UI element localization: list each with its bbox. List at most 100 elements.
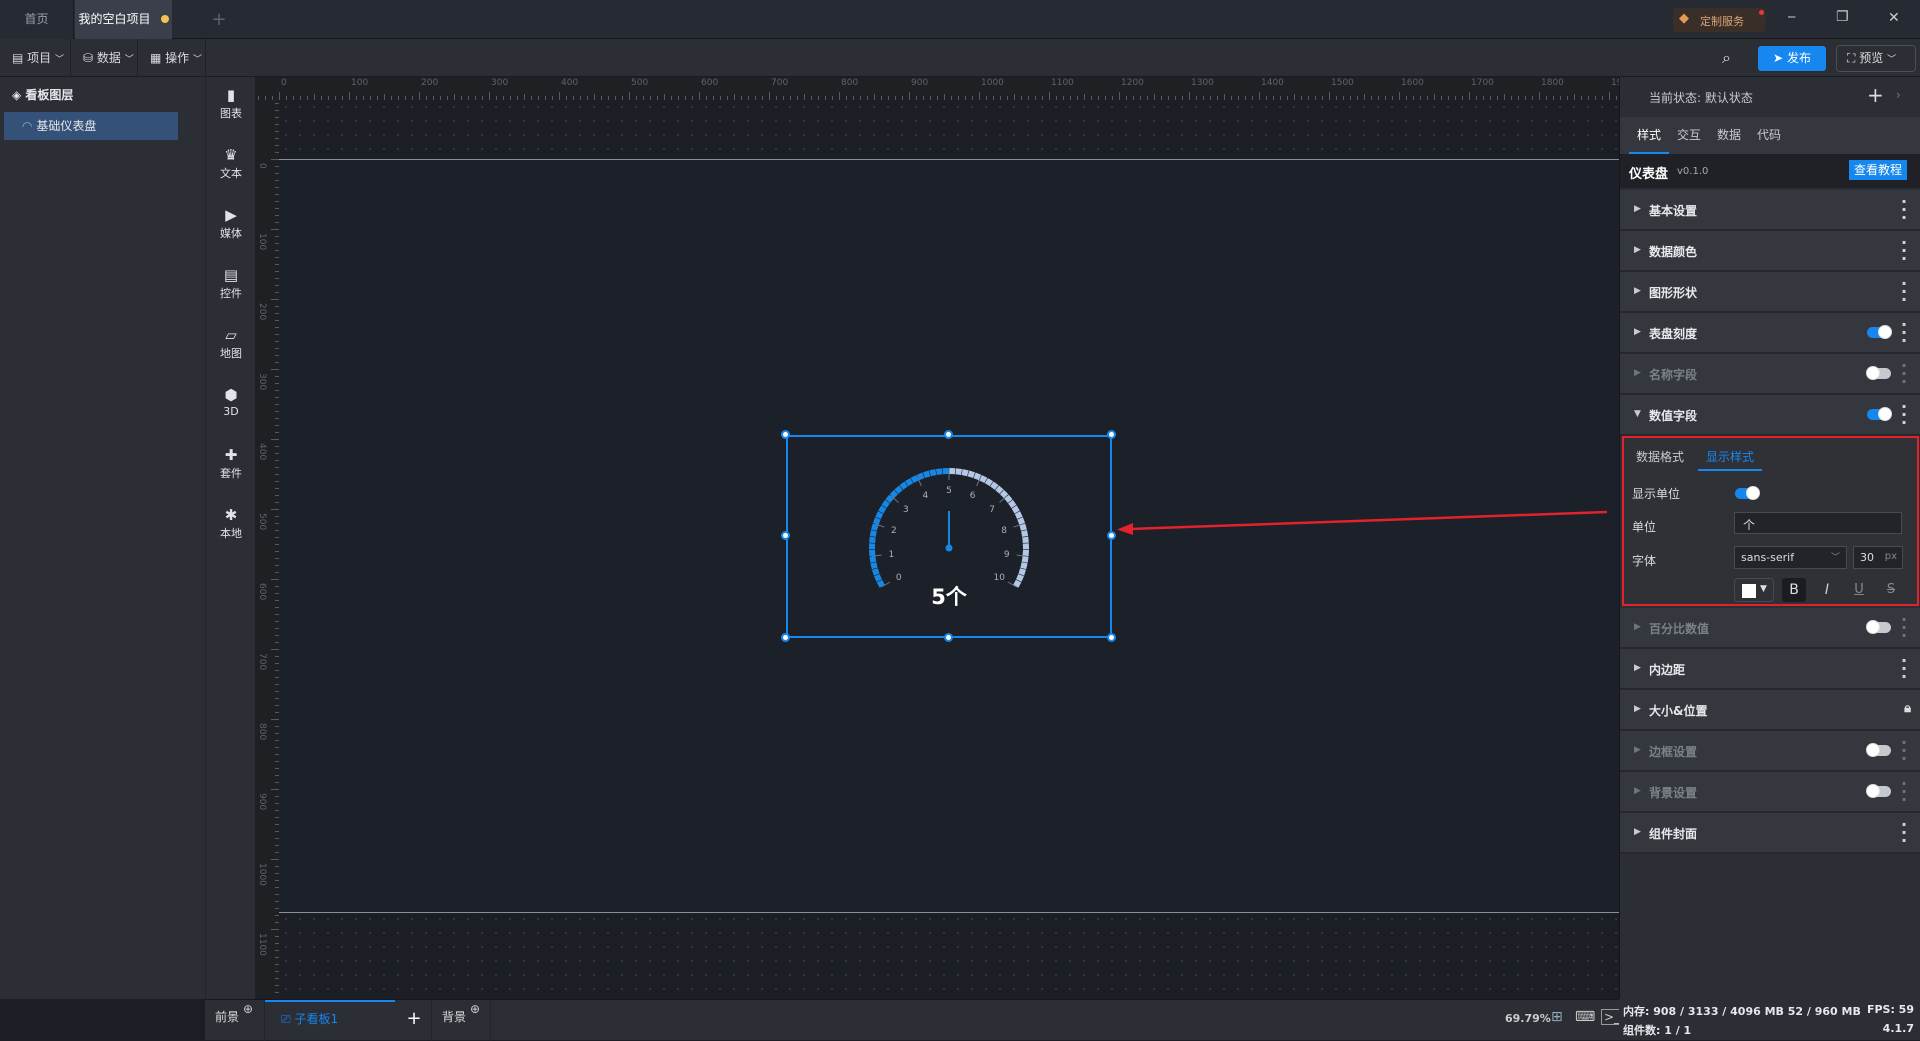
section-toggle[interactable] — [1867, 622, 1891, 633]
new-tab-button[interactable]: + — [208, 0, 230, 39]
section-2[interactable]: ▶图形形状··· — [1620, 272, 1920, 313]
more-options-icon[interactable]: ··· — [1901, 403, 1907, 427]
unit-input[interactable]: 个 — [1734, 512, 1902, 534]
value-field-panel: 数据格式 显示样式 显示单位 单位 个 字体 sans-serif﹀ 30px … — [1622, 436, 1919, 606]
more-options-icon[interactable]: ··· — [1901, 239, 1907, 263]
show-unit-toggle[interactable] — [1735, 488, 1759, 499]
custom-service-button[interactable]: ◆ 定制服务 — [1673, 8, 1765, 32]
section-toggle[interactable] — [1867, 786, 1891, 797]
text-color-picker[interactable]: ▼ — [1734, 578, 1774, 602]
component-category-1[interactable]: ♛文本 — [206, 145, 256, 181]
section-5[interactable]: ▶组件封面··· — [1620, 813, 1920, 854]
font-family-select[interactable]: sans-serif﹀ — [1734, 546, 1847, 569]
add-circle-icon[interactable]: ⊕ — [243, 992, 253, 1026]
tab-project[interactable]: 我的空白项目 — [75, 0, 172, 39]
control-icon: ▤ — [206, 265, 256, 285]
more-options-icon[interactable]: ··· — [1901, 821, 1907, 845]
tab-1[interactable]: 交互 — [1669, 117, 1709, 154]
more-options-icon[interactable]: ··· — [1901, 280, 1907, 304]
subtab-data-format[interactable]: 数据格式 — [1636, 448, 1684, 465]
ruler-label: 700 — [771, 78, 788, 88]
section-0[interactable]: ▶百分比数值··· — [1620, 608, 1920, 649]
component-category-4[interactable]: ▱地图 — [206, 325, 256, 361]
resize-handle-se[interactable] — [1107, 633, 1116, 642]
caret-right-icon: ▶ — [1634, 286, 1641, 296]
more-options-icon[interactable]: ··· — [1901, 362, 1907, 386]
resize-handle-s[interactable] — [944, 633, 953, 642]
section-4[interactable]: ▶背景设置··· — [1620, 772, 1920, 813]
minimize-button[interactable]: ─ — [1788, 10, 1795, 24]
more-options-icon[interactable]: ··· — [1901, 321, 1907, 345]
sub-board-tab[interactable]: ⎚ 子看板1 — [265, 1000, 395, 1041]
ruler-tick — [419, 92, 420, 100]
tab-2[interactable]: 数据 — [1709, 117, 1749, 154]
tutorial-button[interactable]: 查看教程 — [1849, 160, 1907, 180]
keyboard-icon[interactable]: ⌨ — [1575, 1009, 1595, 1025]
background-tab[interactable]: 背景⊕ — [431, 1000, 491, 1041]
foreground-tab[interactable]: 前景⊕ — [205, 1000, 265, 1041]
section-1[interactable]: ▶内边距··· — [1620, 649, 1920, 690]
add-board-button[interactable]: + — [399, 1002, 429, 1036]
section-2[interactable]: ▶大小&位置🔒︎ — [1620, 690, 1920, 731]
component-category-6[interactable]: ✚套件 — [206, 445, 256, 481]
section-3[interactable]: ▶表盘刻度··· — [1620, 313, 1920, 354]
underline-button[interactable]: U — [1847, 578, 1871, 602]
restore-button[interactable]: ❐ — [1836, 9, 1849, 25]
resize-handle-n[interactable] — [944, 430, 953, 439]
menu-data-label: 数据 — [97, 51, 121, 65]
resize-handle-nw[interactable] — [781, 430, 790, 439]
lock-icon[interactable]: 🔒︎ — [1904, 701, 1911, 716]
selected-gauge-component[interactable]: 012345678910 5个 — [786, 435, 1112, 638]
ruler-tick — [271, 719, 279, 720]
close-button[interactable]: ✕ — [1888, 10, 1900, 26]
component-category-0[interactable]: ▮图表 — [206, 85, 256, 121]
menu-data[interactable]: ⛁ 数据 ﹀ — [71, 39, 138, 77]
strikethrough-button[interactable]: S — [1879, 578, 1903, 602]
section-1[interactable]: ▶数据颜色··· — [1620, 231, 1920, 272]
section-toggle[interactable] — [1867, 327, 1891, 338]
more-options-icon[interactable]: ··· — [1901, 780, 1907, 804]
section-5[interactable]: ▼数值字段··· — [1620, 395, 1920, 436]
italic-button[interactable]: I — [1815, 578, 1839, 602]
fullscreen-icon: ⛶ — [1847, 51, 1855, 65]
resize-handle-ne[interactable] — [1107, 430, 1116, 439]
layer-item[interactable]: ◠ 基础仪表盘 — [4, 112, 178, 140]
component-category-3[interactable]: ▤控件 — [206, 265, 256, 301]
ruler-label: 0 — [281, 78, 287, 88]
component-category-7[interactable]: ✱本地 — [206, 505, 256, 541]
ruler-tick — [559, 92, 560, 100]
more-options-icon[interactable]: ··· — [1901, 198, 1907, 222]
section-toggle[interactable] — [1867, 409, 1891, 420]
more-options-icon[interactable]: ··· — [1901, 616, 1907, 640]
menu-project[interactable]: ▤ 项目 ﹀ — [0, 39, 71, 77]
component-category-2[interactable]: ▶媒体 — [206, 205, 256, 241]
chevron-right-icon[interactable]: › — [1896, 88, 1901, 102]
section-4[interactable]: ▶名称字段··· — [1620, 354, 1920, 395]
resize-handle-sw[interactable] — [781, 633, 790, 642]
resize-handle-w[interactable] — [781, 531, 790, 540]
gauge-value-text: 5个 — [788, 581, 1110, 611]
section-toggle[interactable] — [1867, 745, 1891, 756]
more-options-icon[interactable]: ··· — [1901, 657, 1907, 681]
tab-home[interactable]: 首页 — [0, 0, 74, 39]
preview-button[interactable]: ⛶ 预览 ﹀ — [1836, 45, 1916, 72]
canvas[interactable]: 012345678910 5个 — [279, 100, 1619, 999]
add-state-button[interactable]: + — [1867, 83, 1884, 107]
component-category-5[interactable]: ⬢3D — [206, 385, 256, 418]
menu-operate[interactable]: ▦ 操作 ﹀ — [138, 39, 206, 77]
tab-0[interactable]: 样式 — [1629, 117, 1669, 154]
more-options-icon[interactable]: ··· — [1901, 739, 1907, 763]
section-toggle[interactable] — [1867, 368, 1891, 379]
section-3[interactable]: ▶边框设置··· — [1620, 731, 1920, 772]
bold-button[interactable]: B — [1782, 578, 1806, 602]
ruler-label: 800 — [257, 723, 267, 740]
search-icon[interactable]: ⌕ — [1722, 48, 1731, 68]
tab-3[interactable]: 代码 — [1749, 117, 1789, 154]
caret-right-icon: ▶ — [1634, 663, 1641, 673]
publish-button[interactable]: ➤ 发布 — [1758, 46, 1826, 71]
section-0[interactable]: ▶基本设置··· — [1620, 190, 1920, 231]
fit-screen-icon[interactable]: ⊞ — [1551, 1009, 1563, 1025]
add-circle-icon[interactable]: ⊕ — [470, 992, 480, 1026]
font-size-input[interactable]: 30px — [1853, 546, 1903, 569]
subtab-display-style[interactable]: 显示样式 — [1698, 448, 1762, 471]
